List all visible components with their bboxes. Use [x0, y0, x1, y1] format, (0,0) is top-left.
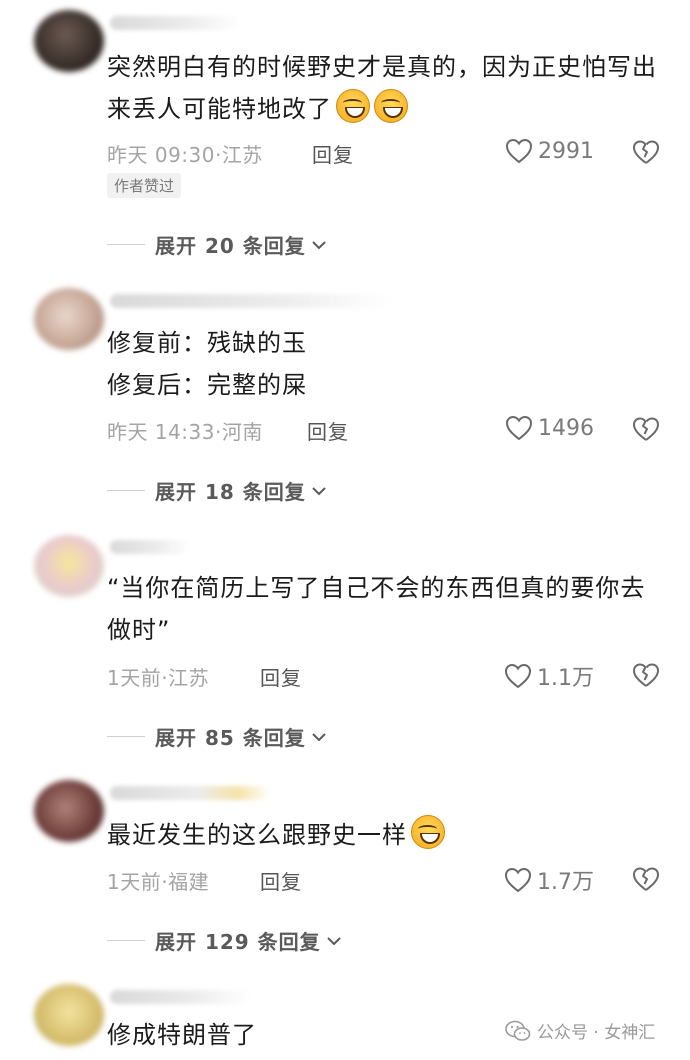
comment-text-line: 修复前：残缺的玉 [107, 329, 307, 357]
grinning-face-emoji-icon [374, 89, 408, 123]
grinning-face-emoji-icon [336, 89, 370, 123]
divider-line [107, 244, 145, 245]
comment-location: 河南 [221, 420, 263, 444]
reply-button[interactable]: 回复 [260, 866, 302, 895]
heart-outline-icon [504, 663, 532, 689]
comment-meta: 昨天 14:33·河南 [107, 416, 263, 445]
broken-heart-icon[interactable] [632, 865, 660, 893]
comment-text: 突然明白有的时候野史才是真的，因为正史怕写出来丢人可能特地改了 [107, 46, 667, 130]
chevron-down-icon [312, 732, 326, 741]
username-blurred[interactable] [110, 294, 390, 308]
avatar[interactable] [34, 10, 104, 72]
expand-replies-button[interactable]: 展开 85 条回复 [107, 722, 328, 751]
comment-text-content: “当你在简历上写了自己不会的东西但真的要你去做时” [107, 574, 646, 644]
wechat-icon [505, 1020, 531, 1041]
meta-separator: · [215, 420, 222, 444]
like-count: 1496 [538, 415, 594, 441]
reply-button[interactable]: 回复 [260, 662, 302, 691]
username-blurred[interactable] [110, 540, 190, 554]
comment-meta: 1天前·江苏 [107, 662, 209, 691]
like-count: 1.7万 [537, 870, 594, 895]
like-button[interactable]: 1.7万 [503, 864, 594, 896]
reply-button[interactable]: 回复 [312, 139, 354, 168]
comment-text-content: 最近发生的这么跟野史一样 [107, 821, 407, 849]
chevron-down-icon [312, 486, 326, 495]
avatar[interactable] [34, 984, 104, 1046]
comment-time: 昨天 09:30 [107, 143, 215, 167]
comment-time: 1天前 [107, 666, 162, 690]
heart-outline-icon [505, 415, 533, 441]
comment-text: 最近发生的这么跟野史一样 [107, 814, 667, 856]
avatar[interactable] [34, 535, 104, 597]
comment-meta: 1天前·福建 [107, 866, 209, 895]
like-button[interactable]: 1496 [504, 414, 594, 442]
expand-replies-label: 展开 129 条回复 [155, 930, 321, 954]
divider-line [107, 940, 145, 941]
divider-line [107, 490, 145, 491]
like-count: 1.1万 [537, 666, 594, 691]
expand-replies-button[interactable]: 展开 129 条回复 [107, 926, 343, 955]
comment-text: “当你在简历上写了自己不会的东西但真的要你去做时” [107, 567, 667, 651]
expand-replies-label: 展开 18 条回复 [155, 480, 306, 504]
comment-text-line: 修复后：完整的屎 [107, 371, 307, 399]
watermark: 公众号 · 女神汇 [505, 1018, 655, 1043]
comment-time: 1天前 [107, 870, 162, 894]
like-button[interactable]: 1.1万 [503, 660, 594, 692]
grinning-face-emoji-icon [411, 815, 445, 849]
comment-text-content: 修成特朗普了 [107, 1021, 257, 1049]
expand-replies-button[interactable]: 展开 20 条回复 [107, 230, 328, 259]
comment-location: 江苏 [221, 143, 263, 167]
expand-replies-label: 展开 20 条回复 [155, 234, 306, 258]
broken-heart-icon[interactable] [632, 661, 660, 689]
heart-outline-icon [504, 867, 532, 893]
username-blurred[interactable] [110, 990, 250, 1004]
broken-heart-icon[interactable] [632, 138, 660, 166]
like-button[interactable]: 2991 [504, 137, 594, 165]
comment-meta: 昨天 09:30·江苏 [107, 139, 263, 168]
chevron-down-icon [312, 240, 326, 249]
avatar[interactable] [34, 288, 104, 350]
meta-separator: · [215, 143, 222, 167]
chevron-down-icon [326, 936, 341, 945]
reply-button[interactable]: 回复 [307, 416, 349, 445]
avatar[interactable] [34, 780, 104, 842]
comment-time: 昨天 14:33 [107, 420, 215, 444]
broken-heart-icon[interactable] [632, 415, 660, 443]
comment-location: 江苏 [168, 666, 210, 690]
author-liked-badge: 作者赞过 [107, 173, 182, 198]
username-blurred[interactable] [110, 16, 240, 30]
comment-text: 修复前：残缺的玉 修复后：完整的屎 [107, 322, 667, 406]
watermark-text: 公众号 · 女神汇 [537, 1023, 656, 1043]
like-count: 2991 [538, 138, 594, 164]
comment-location: 福建 [168, 870, 210, 894]
expand-replies-button[interactable]: 展开 18 条回复 [107, 476, 328, 505]
divider-line [107, 736, 145, 737]
expand-replies-label: 展开 85 条回复 [155, 726, 306, 750]
heart-outline-icon [505, 138, 533, 164]
username-blurred[interactable] [110, 786, 270, 800]
